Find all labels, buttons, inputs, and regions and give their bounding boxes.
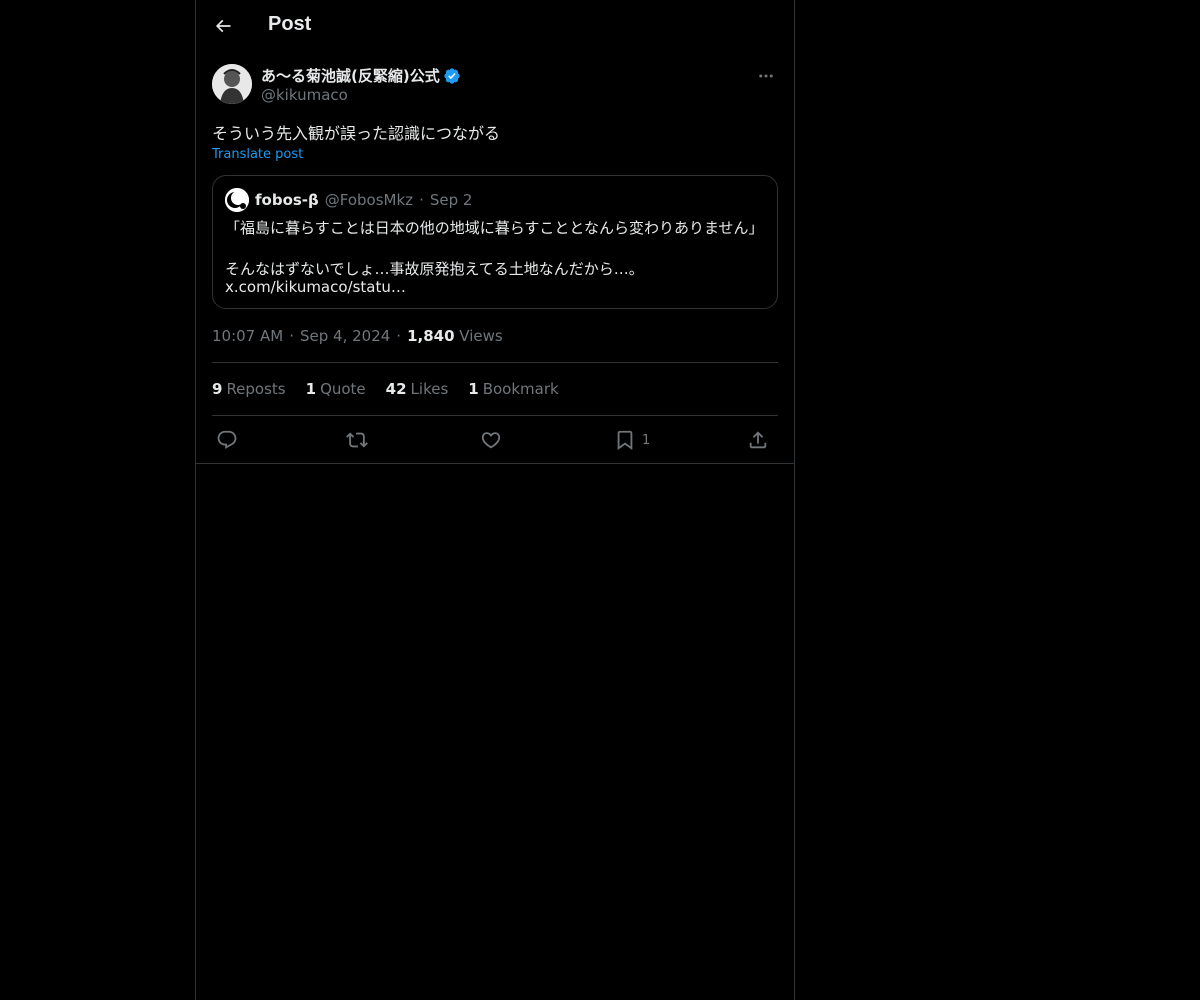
quoted-post-header: fobos-β @FobosMkz · Sep 2	[225, 188, 472, 212]
author-name-row[interactable]: あ〜る菊池誠(反緊縮)公式	[261, 65, 461, 86]
post-meta: 10:07 AM · Sep 4, 2024 · 1,840 Views	[212, 327, 503, 345]
reposts-count: 9	[212, 380, 223, 398]
reply-button[interactable]	[216, 425, 238, 455]
avatar[interactable]	[212, 64, 252, 104]
post-text: そういう先入観が誤った認識につながる	[212, 124, 501, 143]
author-handle[interactable]: @kikumaco	[261, 86, 348, 104]
quotes-label: Quote	[320, 380, 366, 398]
divider	[212, 362, 778, 363]
bookmark-icon	[617, 430, 633, 451]
post-time[interactable]: 10:07 AM	[212, 327, 283, 345]
like-button[interactable]	[480, 425, 502, 455]
reposts-stat[interactable]: 9 Reposts	[212, 380, 286, 398]
back-arrow-icon	[215, 19, 231, 33]
quotes-stat[interactable]: 1 Quote	[306, 380, 366, 398]
quoted-avatar	[225, 188, 249, 212]
more-button[interactable]	[754, 64, 778, 88]
separator-dot: ·	[289, 327, 294, 345]
verified-badge-icon	[444, 67, 460, 84]
quoted-display-name: fobos-β	[255, 191, 319, 209]
repost-icon	[346, 432, 368, 448]
bookmark-button[interactable]: 1	[614, 425, 650, 455]
likes-count: 42	[385, 380, 407, 398]
reply-icon	[217, 430, 237, 449]
action-bar: 1	[212, 425, 778, 455]
post-author: あ〜る菊池誠(反緊縮)公式 @kikumaco	[212, 64, 778, 108]
back-button[interactable]	[208, 11, 238, 41]
post-stats: 9 Reposts 1 Quote 42 Likes 1 Bookmark	[212, 380, 559, 398]
quoted-handle: @FobosMkz	[324, 191, 414, 209]
quoted-text-line: そんなはずないでしょ…事故原発抱えてる土地なんだから…。	[225, 260, 644, 278]
bookmarks-label: Bookmark	[482, 380, 559, 398]
share-button[interactable]	[747, 425, 769, 455]
repost-button[interactable]	[346, 425, 368, 455]
more-icon	[759, 74, 773, 78]
separator-dot: ·	[396, 327, 402, 345]
post-column: Post あ〜る菊池誠(反緊縮)公式 @kikumaco そういう先入観が誤った…	[195, 0, 795, 1000]
bookmarks-stat[interactable]: 1 Bookmark	[468, 380, 558, 398]
bookmarks-count: 1	[468, 380, 479, 398]
likes-stat[interactable]: 42 Likes	[386, 380, 449, 398]
divider	[196, 463, 794, 464]
separator-dot: ·	[419, 191, 424, 209]
views-label: Views	[459, 327, 503, 345]
divider	[212, 415, 778, 416]
author-display-name[interactable]: あ〜る菊池誠(反緊縮)公式	[261, 65, 440, 86]
share-icon	[749, 431, 767, 449]
quoted-post[interactable]: fobos-β @FobosMkz · Sep 2 「福島に暮らすことは日本の他…	[212, 175, 778, 309]
reposts-label: Reposts	[226, 380, 286, 398]
quotes-count: 1	[305, 380, 317, 398]
quoted-link[interactable]: x.com/kikumaco/statu…	[225, 278, 406, 296]
quoted-text-line: 「福島に暮らすことは日本の他の地域に暮らすこととなんら変わりありません」	[225, 219, 764, 237]
views-count: 1,840	[407, 327, 455, 345]
page-title: Post	[268, 13, 312, 35]
translate-post-link[interactable]: Translate post	[212, 147, 303, 162]
page-header: Post	[196, 0, 794, 53]
like-icon	[481, 432, 501, 449]
quoted-date: Sep 2	[429, 191, 473, 209]
post-date[interactable]: Sep 4, 2024	[300, 327, 390, 345]
bookmark-count: 1	[642, 432, 651, 448]
likes-label: Likes	[410, 380, 449, 398]
